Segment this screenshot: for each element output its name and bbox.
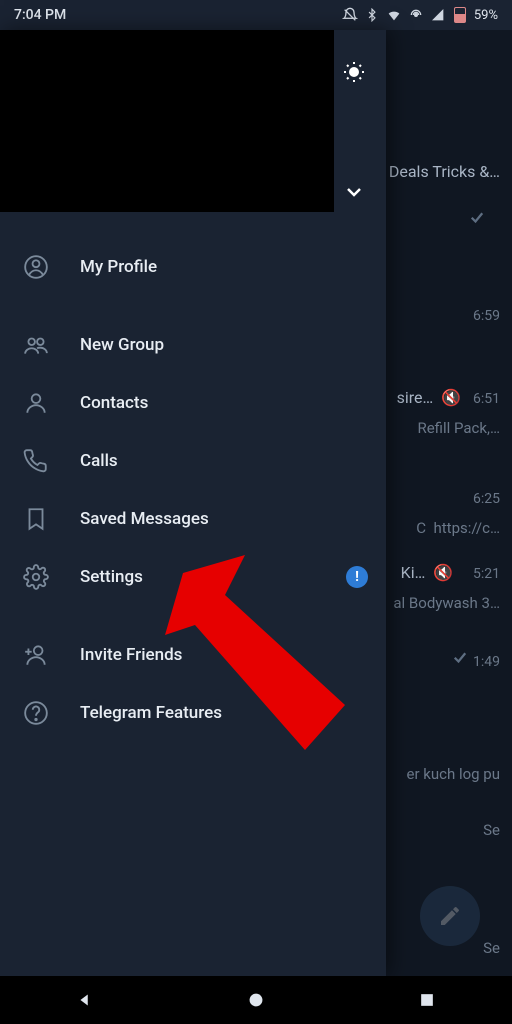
chat-time: 6:25: [473, 491, 500, 507]
divider: [0, 606, 386, 626]
menu-label: Settings: [80, 567, 143, 587]
chat-preview: al Bodywash 3…: [393, 594, 500, 612]
chat-preview: er kuch log pu: [406, 765, 500, 783]
profile-image[interactable]: [0, 30, 334, 212]
account-expand-button[interactable]: [342, 180, 366, 204]
check-icon: [468, 211, 486, 230]
add-user-icon: [22, 641, 50, 669]
check-icon: [451, 651, 469, 670]
chat-title: Deals Tricks &…: [389, 162, 500, 181]
menu-label: New Group: [80, 335, 164, 355]
chat-title: sire…: [397, 388, 434, 407]
menu-label: Contacts: [80, 393, 148, 413]
chat-snippet: Se: [483, 821, 500, 839]
chat-preview: C https://c…: [416, 519, 500, 537]
chat-time: 6:51: [473, 391, 500, 407]
menu-label: Saved Messages: [80, 509, 209, 529]
menu-label: Telegram Features: [80, 703, 222, 723]
nav-home-button[interactable]: [244, 988, 268, 1012]
chat-snippet: Se: [483, 939, 500, 957]
profile-icon: [22, 253, 50, 281]
menu-list: My Profile New Group Contacts Calls: [0, 214, 386, 742]
bookmark-icon: [22, 505, 50, 533]
settings-badge: !: [346, 566, 368, 588]
divider: [0, 296, 386, 316]
nav-recent-button[interactable]: [415, 988, 439, 1012]
gear-icon: [22, 563, 50, 591]
chat-time: 1:49: [473, 654, 500, 670]
menu-my-profile[interactable]: My Profile: [0, 238, 386, 296]
signal-icon: [430, 7, 446, 23]
menu-contacts[interactable]: Contacts: [0, 374, 386, 432]
bluetooth-icon: [364, 7, 380, 23]
chat-title: Ki…: [401, 563, 426, 582]
system-nav-bar: [0, 976, 512, 1024]
drawer-header: [0, 30, 386, 214]
status-time: 7:04 PM: [14, 7, 66, 23]
menu-saved-messages[interactable]: Saved Messages: [0, 490, 386, 548]
chat-preview: Refill Pack,…: [417, 419, 500, 437]
battery-percent: 59%: [474, 8, 498, 23]
wifi-icon: [386, 7, 402, 23]
menu-new-group[interactable]: New Group: [0, 316, 386, 374]
menu-calls[interactable]: Calls: [0, 432, 386, 490]
menu-label: Invite Friends: [80, 645, 182, 665]
battery-icon: [452, 7, 468, 23]
dnd-icon: [342, 7, 358, 23]
theme-toggle-button[interactable]: [342, 60, 366, 84]
menu-label: Calls: [80, 451, 118, 471]
menu-settings[interactable]: Settings !: [0, 548, 386, 606]
phone-icon: [22, 447, 50, 475]
contact-icon: [22, 389, 50, 417]
compose-fab[interactable]: [420, 886, 480, 946]
hotspot-icon: [408, 7, 424, 23]
status-bar: 7:04 PM 59%: [0, 0, 512, 30]
chat-time: 5:21: [473, 566, 500, 582]
group-icon: [22, 331, 50, 359]
menu-invite-friends[interactable]: Invite Friends: [0, 626, 386, 684]
navigation-drawer: My Profile New Group Contacts Calls: [0, 30, 386, 976]
nav-back-button[interactable]: [73, 988, 97, 1012]
menu-label: My Profile: [80, 257, 157, 277]
help-icon: [22, 699, 50, 727]
status-right: 59%: [342, 7, 498, 23]
chat-time: 6:59: [473, 308, 500, 324]
menu-telegram-features[interactable]: Telegram Features: [0, 684, 386, 742]
